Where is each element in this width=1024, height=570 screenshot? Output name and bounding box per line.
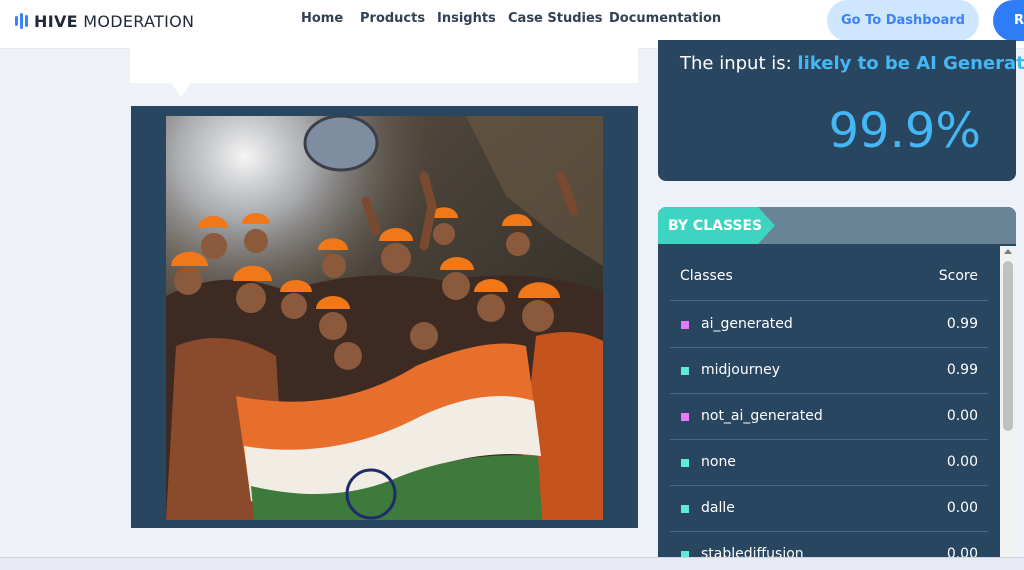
- hive-logo-icon: [15, 13, 28, 29]
- class-name: none: [701, 454, 736, 470]
- table-row: not_ai_generated 0.00: [670, 393, 988, 440]
- class-marker: [681, 321, 689, 329]
- uploaded-photo: [166, 116, 603, 520]
- request-demo-button[interactable]: R: [993, 0, 1024, 41]
- class-name: not_ai_generated: [701, 408, 823, 424]
- verdict-prefix: The input is:: [680, 53, 792, 74]
- class-marker: [681, 367, 689, 375]
- confidence-percentage: 99.9%: [828, 103, 981, 159]
- class-score: 0.99: [946, 316, 978, 332]
- upload-card: [130, 48, 638, 83]
- class-score: 0.00: [946, 500, 978, 516]
- score-column-header: Score: [938, 268, 978, 284]
- verdict-text: The input is: likely to be AI Generated: [680, 53, 1024, 74]
- brand-name: HIVE: [34, 11, 78, 31]
- classes-scrollbar[interactable]: [1000, 246, 1016, 569]
- table-row: ai_generated 0.99: [670, 301, 988, 348]
- class-name: midjourney: [701, 362, 781, 378]
- classes-column-header: Classes: [680, 268, 733, 284]
- class-marker: [681, 459, 689, 467]
- verdict-label: likely to be AI Generated: [797, 53, 1024, 74]
- nav-link-products[interactable]: Products: [360, 11, 425, 26]
- scroll-up-icon[interactable]: [1004, 249, 1012, 254]
- os-taskbar: [0, 557, 1024, 570]
- hive-logo[interactable]: HIVE MODERATION: [15, 11, 194, 31]
- table-row: none 0.00: [670, 439, 988, 486]
- nav-link-insights[interactable]: Insights: [437, 11, 496, 26]
- result-card: The input is: likely to be AI Generated …: [658, 40, 1024, 181]
- class-marker: [681, 413, 689, 421]
- class-score: 0.99: [946, 362, 978, 378]
- class-score: 0.00: [946, 454, 978, 470]
- nav-link-case-studies[interactable]: Case Studies: [508, 11, 603, 26]
- table-row: dalle 0.00: [670, 485, 988, 532]
- class-score: 0.00: [946, 408, 978, 424]
- class-name: dalle: [701, 500, 735, 516]
- scrollbar-thumb[interactable]: [1003, 261, 1013, 431]
- upload-card-pointer: [171, 83, 191, 97]
- table-row: midjourney 0.99: [670, 347, 988, 394]
- go-to-dashboard-button[interactable]: Go To Dashboard: [827, 0, 979, 41]
- classes-card: BY CLASSES Classes Score ai_generated 0.…: [658, 207, 1016, 569]
- nav-link-home[interactable]: Home: [301, 11, 343, 26]
- nav-link-documentation[interactable]: Documentation: [609, 11, 721, 26]
- brand-subname: MODERATION: [83, 11, 195, 31]
- by-classes-tab[interactable]: BY CLASSES: [658, 207, 775, 244]
- classes-table-header: Classes Score: [670, 265, 988, 301]
- class-name: ai_generated: [701, 316, 793, 332]
- class-marker: [681, 505, 689, 513]
